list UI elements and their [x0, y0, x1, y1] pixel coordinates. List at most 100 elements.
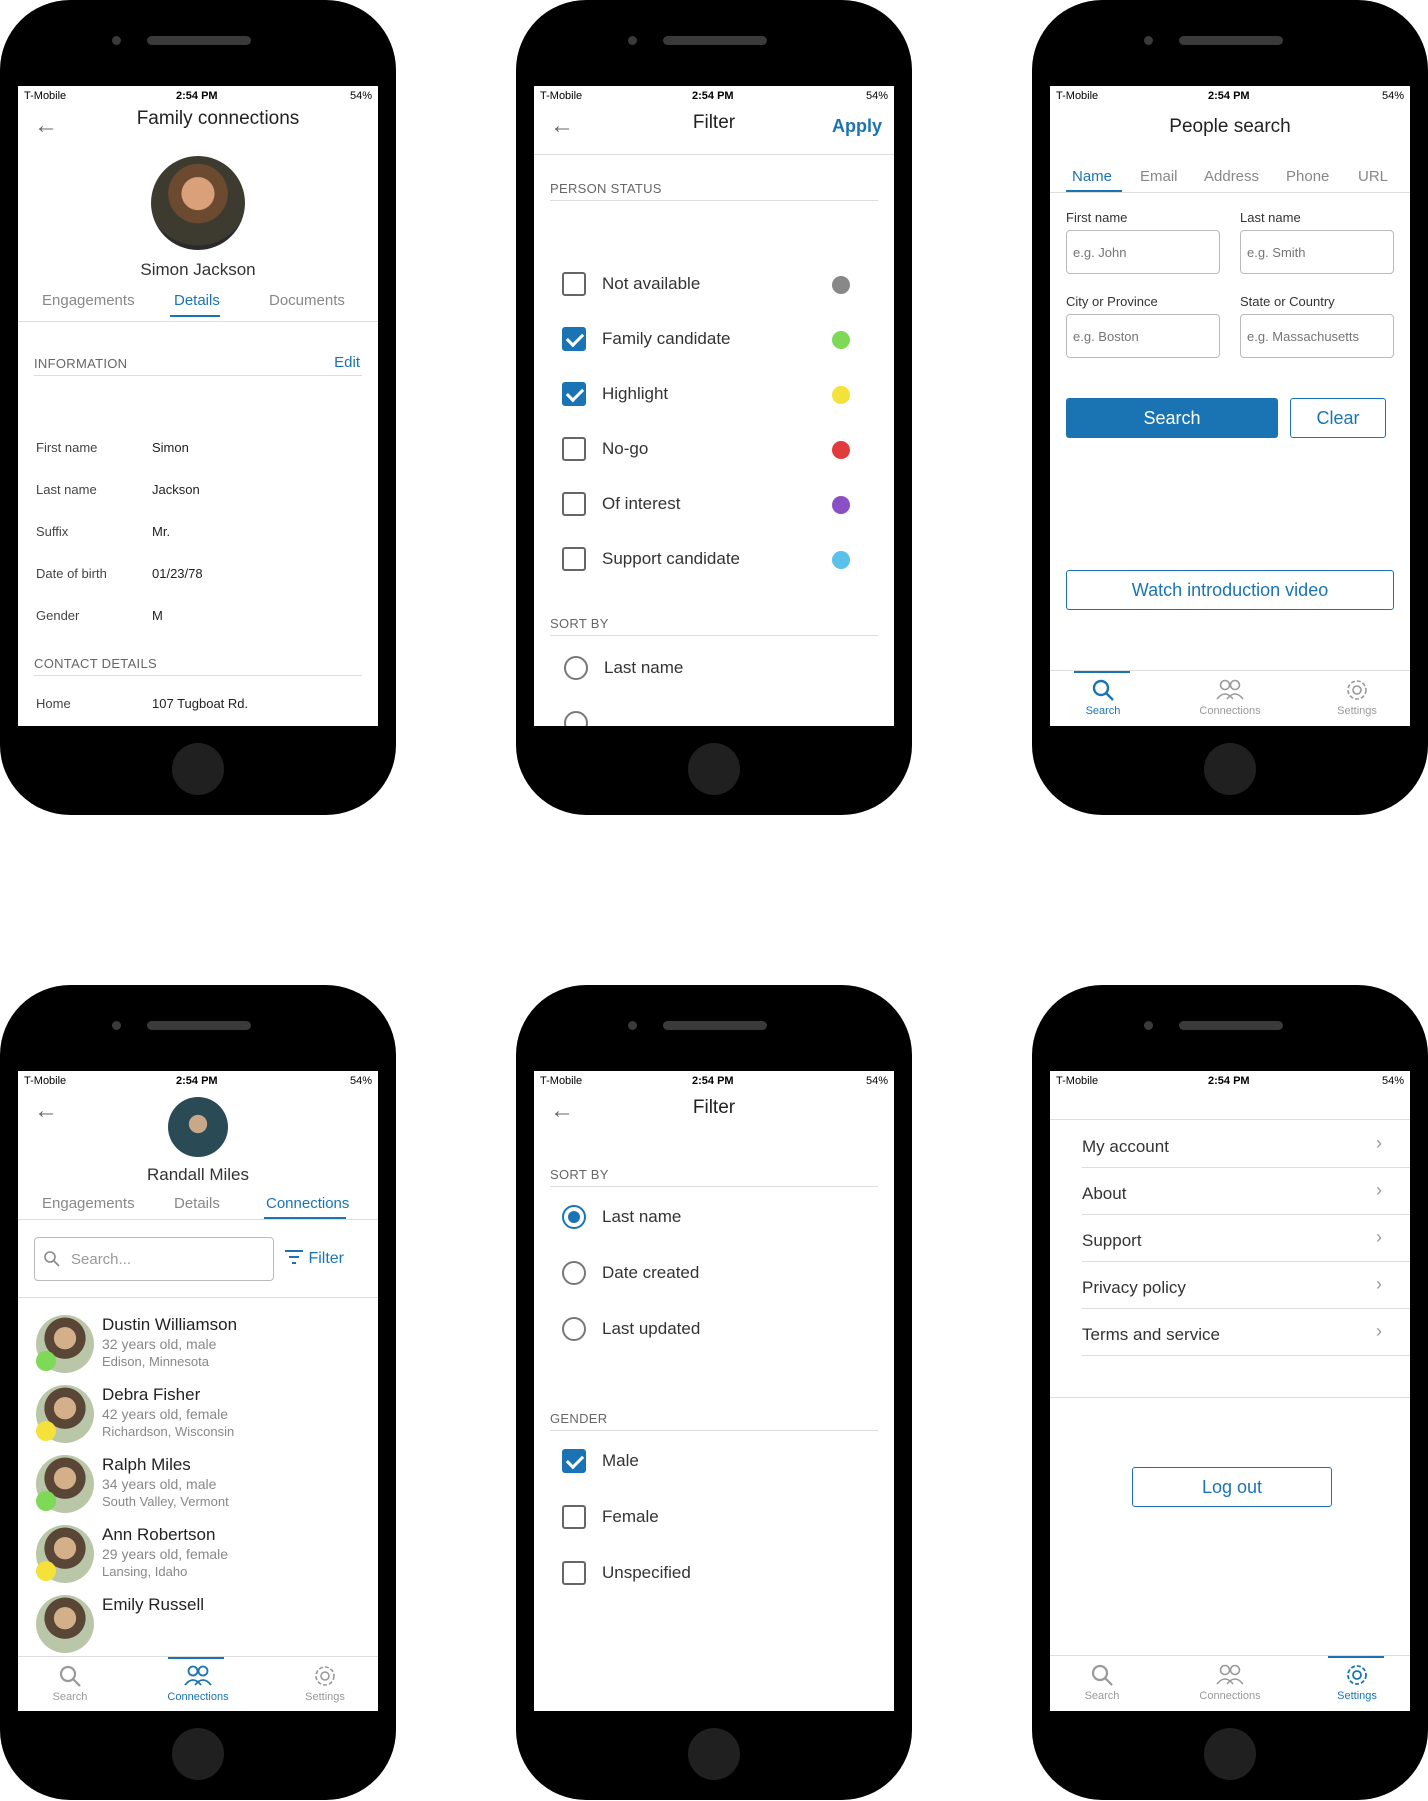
status-option[interactable]: Of interest	[562, 492, 862, 520]
back-arrow-icon[interactable]: ←	[34, 1099, 58, 1123]
clock: 2:54 PM	[692, 90, 734, 102]
tab-phone[interactable]: Phone	[1286, 168, 1329, 185]
settings-item[interactable]: Terms and service ›	[1082, 1309, 1410, 1356]
radio[interactable]	[564, 656, 588, 680]
radio[interactable]	[562, 1317, 586, 1341]
settings-item[interactable]: About ›	[1082, 1168, 1410, 1215]
nav-connections[interactable]: Connections	[153, 1663, 243, 1703]
list-item[interactable]: Ralph Miles 34 years old, male South Valle…	[36, 1455, 366, 1519]
contact-value: 107 Tugboat Rd.	[152, 696, 249, 711]
checkbox[interactable]	[562, 547, 586, 571]
radio[interactable]	[562, 1205, 586, 1229]
checkbox[interactable]	[562, 382, 586, 406]
list-item[interactable]: Debra Fisher 42 years old, female Richards…	[36, 1385, 366, 1449]
nav-search[interactable]: Search	[1058, 677, 1148, 717]
field-label: Last name	[36, 482, 97, 497]
first-name-input[interactable]	[1066, 230, 1220, 274]
home-button[interactable]	[1204, 743, 1256, 795]
person-name: Ann Robertson	[102, 1525, 216, 1544]
header: ← Filter	[534, 1091, 894, 1139]
radio[interactable]	[562, 1261, 586, 1285]
clock: 2:54 PM	[692, 1075, 734, 1087]
checkbox[interactable]	[562, 492, 586, 516]
city-input[interactable]	[1066, 314, 1220, 358]
gender-label: Male	[602, 1451, 639, 1470]
status-dot	[36, 1421, 56, 1441]
nav-settings[interactable]: Settings	[1312, 677, 1402, 717]
status-option[interactable]: Family candidate	[562, 327, 862, 355]
gender-option[interactable]: Unspecified	[562, 1561, 862, 1589]
logout-button[interactable]: Log out	[1132, 1467, 1332, 1507]
sort-option-last-name[interactable]: Last name	[564, 656, 864, 684]
gear-icon	[315, 1666, 335, 1686]
checkbox[interactable]	[562, 272, 586, 296]
tab-documents[interactable]: Documents	[269, 292, 345, 309]
battery: 54%	[865, 90, 888, 102]
tab-name[interactable]: Name	[1072, 168, 1112, 185]
sort-option[interactable]: Last updated	[562, 1317, 862, 1345]
field-label: First name	[36, 440, 98, 455]
home-button[interactable]	[172, 743, 224, 795]
tab-details[interactable]: Details	[174, 1195, 220, 1212]
tab-details[interactable]: Details	[174, 292, 220, 309]
checkbox[interactable]	[562, 1505, 586, 1529]
home-button[interactable]	[688, 743, 740, 795]
status-option[interactable]: Not available	[562, 272, 862, 300]
tab-engagements[interactable]: Engagements	[42, 1195, 135, 1212]
tab-url[interactable]: URL	[1358, 168, 1388, 185]
settings-item[interactable]: Support ›	[1082, 1215, 1410, 1262]
checkbox[interactable]	[562, 1449, 586, 1473]
phone-filter-status: T-Mobile 2:54 PM 54% ← Filter Apply PERS…	[516, 0, 912, 815]
home-button[interactable]	[1204, 1728, 1256, 1780]
tab-address[interactable]: Address	[1204, 168, 1259, 185]
status-label: No-go	[602, 439, 649, 458]
settings-item[interactable]: Privacy policy ›	[1082, 1262, 1410, 1309]
nav-connections[interactable]: Connections	[1185, 1662, 1275, 1702]
gender-option[interactable]: Male	[562, 1449, 862, 1477]
nav-search-label: Search	[1085, 705, 1121, 717]
edit-link[interactable]: Edit	[334, 354, 360, 371]
first-name-label: First name	[1066, 210, 1128, 225]
search-box[interactable]: Search...	[34, 1237, 274, 1281]
watch-video-button[interactable]: Watch introduction video	[1066, 570, 1394, 610]
list-item[interactable]: Dustin Williamson 32 years old, male Ediso…	[36, 1315, 366, 1379]
sort-option[interactable]: Date created	[562, 1261, 862, 1289]
settings-item[interactable]: My account ›	[1082, 1121, 1410, 1168]
status-dot	[36, 1561, 56, 1581]
checkbox[interactable]	[562, 437, 586, 461]
gender-option[interactable]: Female	[562, 1505, 862, 1533]
status-option[interactable]: No-go	[562, 437, 862, 465]
last-name-input[interactable]	[1240, 230, 1394, 274]
apply-button[interactable]: Apply	[832, 116, 882, 137]
tab-connections[interactable]: Connections	[266, 1195, 349, 1212]
speaker	[1179, 36, 1283, 45]
list-item[interactable]: Ann Robertson 29 years old, female Lansing…	[36, 1525, 366, 1589]
divider	[1050, 1119, 1410, 1120]
checkbox[interactable]	[562, 1561, 586, 1585]
tab-email[interactable]: Email	[1140, 168, 1178, 185]
nav-search[interactable]: Search	[1057, 1662, 1147, 1702]
state-input[interactable]	[1240, 314, 1394, 358]
status-option[interactable]: Highlight	[562, 382, 862, 410]
nav-settings[interactable]: Settings	[1312, 1662, 1402, 1702]
list-item[interactable]: Emily Russell	[36, 1595, 366, 1659]
clear-button[interactable]: Clear	[1290, 398, 1386, 438]
info-header-label: INFORMATION	[34, 356, 128, 371]
status-bar: T-Mobile 2:54 PM 54%	[534, 1071, 894, 1091]
filter-button[interactable]: Filter	[284, 1249, 344, 1268]
tab-engagements[interactable]: Engagements	[42, 292, 135, 309]
status-option[interactable]: Support candidate	[562, 547, 862, 575]
nav-settings[interactable]: Settings	[280, 1663, 370, 1703]
radio[interactable]	[564, 711, 588, 726]
home-button[interactable]	[688, 1728, 740, 1780]
status-color-dot	[832, 386, 850, 404]
checkbox[interactable]	[562, 327, 586, 351]
battery: 54%	[1381, 90, 1404, 102]
carrier: T-Mobile	[24, 1075, 67, 1087]
nav-connections[interactable]: Connections	[1185, 677, 1275, 717]
status-color-dot	[832, 276, 850, 294]
sort-option[interactable]: Last name	[562, 1205, 862, 1233]
home-button[interactable]	[172, 1728, 224, 1780]
search-button[interactable]: Search	[1066, 398, 1278, 438]
nav-search[interactable]: Search	[25, 1663, 115, 1703]
